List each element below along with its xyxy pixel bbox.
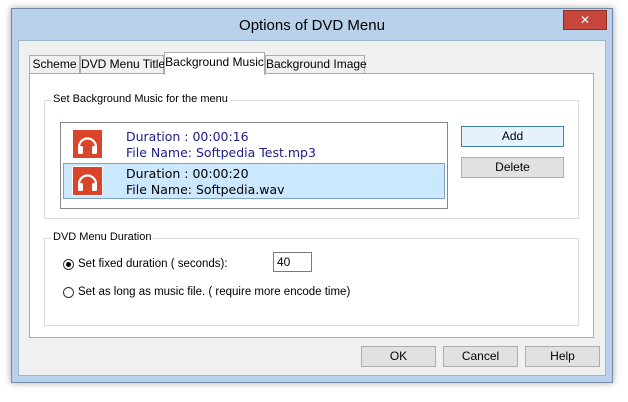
music-length-label[interactable]: Set as long as music file. ( require mor… (78, 286, 350, 298)
cancel-button[interactable]: Cancel (443, 346, 518, 367)
tab-scheme[interactable]: Scheme (29, 55, 80, 74)
tab-background-music[interactable]: Background Music (164, 52, 265, 75)
tab-dvd-menu-title[interactable]: DVD Menu Title (80, 55, 166, 74)
tab-label: Background Music (165, 55, 264, 69)
dialog-window: Options of DVD Menu ✕ Scheme DVD Menu Ti… (11, 8, 613, 383)
headphones-icon (72, 129, 103, 159)
list-item[interactable]: Duration : 00:00:16 File Name: Softpedia… (63, 126, 445, 162)
tab-background-image[interactable]: Background Image (265, 55, 367, 74)
dialog-client-area: Scheme DVD Menu Title Background Music B… (18, 40, 606, 376)
tab-label: DVD Menu Title (81, 57, 166, 71)
ok-button[interactable]: OK (361, 346, 436, 367)
list-item-selected[interactable]: Duration : 00:00:20 File Name: Softpedia… (63, 163, 445, 199)
delete-button[interactable]: Delete (461, 157, 564, 178)
tab-label: Background Image (266, 57, 367, 71)
title-bar[interactable]: Options of DVD Menu ✕ (12, 9, 612, 40)
group-label: Set Background Music for the menu (51, 93, 230, 105)
background-music-group: Set Background Music for the menu Durati… (44, 93, 579, 219)
close-icon: ✕ (579, 13, 591, 27)
menu-duration-group: DVD Menu Duration Set fixed duration ( s… (44, 231, 579, 326)
music-list[interactable]: Duration : 00:00:16 File Name: Softpedia… (60, 122, 448, 209)
headphones-icon (72, 166, 103, 196)
fixed-duration-label[interactable]: Set fixed duration ( seconds): (78, 258, 228, 270)
add-button[interactable]: Add (461, 126, 564, 147)
close-button[interactable]: ✕ (563, 10, 607, 30)
help-button[interactable]: Help (525, 346, 600, 367)
item-duration: Duration : 00:00:20 (126, 166, 249, 181)
tab-panel-background-music: Set Background Music for the menu Durati… (29, 73, 594, 338)
item-duration: Duration : 00:00:16 (126, 129, 249, 144)
duration-seconds-input[interactable]: 40 (273, 252, 312, 272)
item-file-name: File Name: Softpedia Test.mp3 (126, 145, 316, 160)
fixed-duration-radio[interactable] (63, 259, 74, 270)
music-length-radio[interactable] (63, 287, 74, 298)
tab-label: Scheme (32, 57, 77, 71)
group-label: DVD Menu Duration (51, 231, 154, 243)
window-title: Options of DVD Menu (239, 17, 385, 34)
item-file-name: File Name: Softpedia.wav (126, 182, 285, 197)
